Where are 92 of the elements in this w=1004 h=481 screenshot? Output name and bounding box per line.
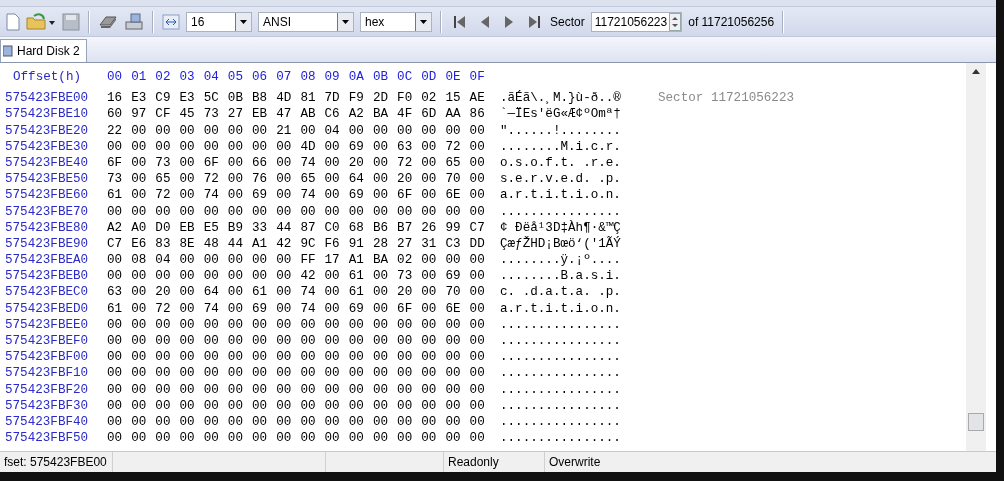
hex-bytes: 16 E3 C9 E3 5C 0B B8 4D 81 7D F9 2D F0 02 15 AE <box>107 90 486 107</box>
hex-bytes: 63 00 20 00 64 00 61 00 74 00 61 00 20 00 70 00 <box>107 284 486 301</box>
offset-cell-text: 575423FBED0 <box>4 300 90 317</box>
previous-sector-icon[interactable] <box>480 14 490 29</box>
offset-cell-text: 575423FBF50 <box>4 430 90 447</box>
text-bytes: ¢ Ðëå¹3D‡Àh¶·&™Ç <box>500 219 622 236</box>
hex-bytes: 73 00 65 00 72 00 76 00 65 00 64 00 20 00 70 00 <box>107 171 486 188</box>
charset-dropdown[interactable]: ANSI <box>258 11 354 32</box>
new-file-icon[interactable] <box>6 12 20 31</box>
offset-cell-text: 575423FBF20 <box>4 381 90 398</box>
text-bytes: a.r.t.i.t.i.o.n. <box>500 187 622 204</box>
scroll-up-icon[interactable] <box>972 69 980 74</box>
text-bytes: ........ÿ.¡º.... <box>500 252 622 269</box>
hex-bytes: 00 00 00 00 00 00 00 00 00 00 00 00 00 00 00 00 <box>107 203 486 220</box>
text-bytes: .ãÉã\.¸M.}ù-ð..® <box>500 90 622 107</box>
offset-cell-text: 575423FBEE0 <box>4 316 90 333</box>
hex-bytes: 00 00 00 00 00 00 00 00 00 00 00 00 00 00 00 00 <box>107 365 486 382</box>
hex-bytes: A2 A0 D0 EB E5 B9 33 44 87 C0 68 B6 B7 26 99 C7 <box>107 219 486 236</box>
text-bytes: ÇæƒŽHD¡Bœö‘('1ÃÝ <box>500 235 622 253</box>
text-bytes: c. .d.a.t.a. .p. <box>500 284 622 301</box>
text-bytes: a.r.t.i.t.i.o.n. <box>500 300 622 317</box>
sector-total: of 11721056256 <box>688 14 775 29</box>
caret-icon <box>240 19 247 24</box>
sector-label: Sector <box>550 14 585 29</box>
hex-bytes: C7 E6 83 8E 48 44 A1 42 9C F6 91 28 27 31 C3 DD <box>107 235 486 253</box>
caret-icon <box>420 19 427 24</box>
column-width-icon[interactable] <box>162 13 180 30</box>
caret-icon <box>342 19 349 24</box>
next-sector-icon[interactable] <box>504 14 514 29</box>
offset-cell-text: 575423FBF00 <box>4 349 90 366</box>
hex-bytes: 22 00 00 00 00 00 00 21 00 04 00 00 00 00 00 00 <box>107 122 486 139</box>
hex-bytes: 00 00 00 00 00 00 00 00 42 00 61 00 73 00 69 00 <box>107 268 486 285</box>
hex-bytes: 6F 00 73 00 6F 00 66 00 74 00 20 00 72 00 65 00 <box>107 154 486 172</box>
offset-cell-text: 575423FBEA0 <box>4 252 90 269</box>
offset-cell-text: 575423FBEF0 <box>4 333 90 350</box>
offset-cell-text: 575423FBF10 <box>4 365 90 382</box>
offset-cell-text: 575423FBF40 <box>4 413 90 431</box>
offset-cell-text: 575423FBE30 <box>4 138 90 155</box>
document-tab[interactable]: Hard Disk 2 <box>0 39 87 62</box>
hex-bytes: 00 00 00 00 00 00 00 00 00 00 00 00 00 00 00 00 <box>107 397 486 414</box>
offset-cell-text: 575423FBE70 <box>4 203 90 220</box>
text-bytes: ........B.a.s.i. <box>500 268 622 285</box>
offset-cell-text: 575423FBE10 <box>4 106 90 123</box>
offset-header: Offset(h) <box>12 69 83 86</box>
disk-drive-icon[interactable] <box>124 12 144 31</box>
scroll-thumb[interactable] <box>968 413 984 431</box>
hex-bytes: 00 08 04 00 00 00 00 00 FF 17 A1 BA 02 00 00 00 <box>107 252 486 269</box>
offset-cell-text: 575423FBE80 <box>4 219 90 236</box>
text-bytes: ................ <box>500 365 622 382</box>
text-bytes: ................ <box>500 397 622 414</box>
offset-cell-text: 575423FBE60 <box>4 187 90 204</box>
text-bytes: "......!........ <box>500 122 622 139</box>
offset-cell-text: 575423FBE40 <box>4 154 90 172</box>
text-bytes: ........M.i.c.r. <box>500 138 622 155</box>
vertical-scrollbar[interactable] <box>966 63 986 451</box>
offset-cell-text: 575423FBE50 <box>4 171 90 188</box>
status-mode: Overwrite <box>548 454 602 471</box>
text-bytes: s.e.r.v.e.d. .p. <box>500 171 622 188</box>
text-bytes: ................ <box>500 203 622 220</box>
text-bytes: ................ <box>500 430 622 447</box>
offset-cell-text: 575423FBE20 <box>4 122 90 139</box>
text-bytes: ................ <box>500 316 622 333</box>
spin-arrows-icon[interactable] <box>669 12 682 31</box>
text-bytes: ................ <box>500 333 622 350</box>
offset-cell-text: 575423FBEC0 <box>4 284 90 301</box>
hex-bytes: 61 00 72 00 74 00 69 00 74 00 69 00 6F 00 6E 00 <box>107 300 486 317</box>
open-folder-icon[interactable] <box>26 12 56 31</box>
text-bytes: o.s.o.f.t. .r.e. <box>500 154 622 172</box>
text-bytes: ................ <box>500 349 622 366</box>
hex-bytes: 00 00 00 00 00 00 00 00 00 00 00 00 00 00 00 00 <box>107 349 486 366</box>
hex-bytes: 00 00 00 00 00 00 00 00 00 00 00 00 00 00 00 00 <box>107 381 486 398</box>
hex-bytes: 00 00 00 00 00 00 00 00 00 00 00 00 00 00 00 00 <box>107 333 486 350</box>
offset-cell-text: 575423FBE90 <box>4 235 90 253</box>
text-bytes: `—ÏEs'ëG«Æ¢ºOmª† <box>500 106 622 123</box>
column-header: 00 01 02 03 04 05 06 07 08 09 0A 0B 0C 0D 0E 0F <box>107 69 486 86</box>
hex-bytes: 60 97 CF 45 73 27 EB 47 AB C6 A2 BA 4F 6D AA 86 <box>107 106 486 123</box>
hex-bytes: 00 00 00 00 00 00 00 00 00 00 00 00 00 00 00 00 <box>107 430 486 447</box>
sector-field[interactable]: 11721056223 <box>590 11 683 32</box>
hex-bytes: 61 00 72 00 74 00 69 00 74 00 69 00 6F 00 6E 00 <box>107 187 486 204</box>
text-bytes: ................ <box>500 381 622 398</box>
mode-dropdown[interactable]: hex <box>360 11 432 32</box>
offset-cell-text: 575423FBF30 <box>4 397 90 414</box>
hex-bytes: 00 00 00 00 00 00 00 00 4D 00 69 00 63 00 72 00 <box>107 138 486 155</box>
sector-note: Sector 11721056223 <box>658 90 795 107</box>
hex-bytes: 00 00 00 00 00 00 00 00 00 00 00 00 00 00 00 00 <box>107 316 486 333</box>
bytes-per-row-dropdown[interactable]: 16 <box>186 11 252 32</box>
offset-cell-text: 575423FBE00 <box>4 90 90 107</box>
text-bytes: ................ <box>500 413 622 431</box>
last-sector-icon[interactable] <box>528 14 540 29</box>
offset-cell-text: 575423FBEB0 <box>4 268 90 285</box>
first-sector-icon[interactable] <box>454 14 466 29</box>
hex-bytes: 00 00 00 00 00 00 00 00 00 00 00 00 00 00 00 00 <box>107 413 486 431</box>
